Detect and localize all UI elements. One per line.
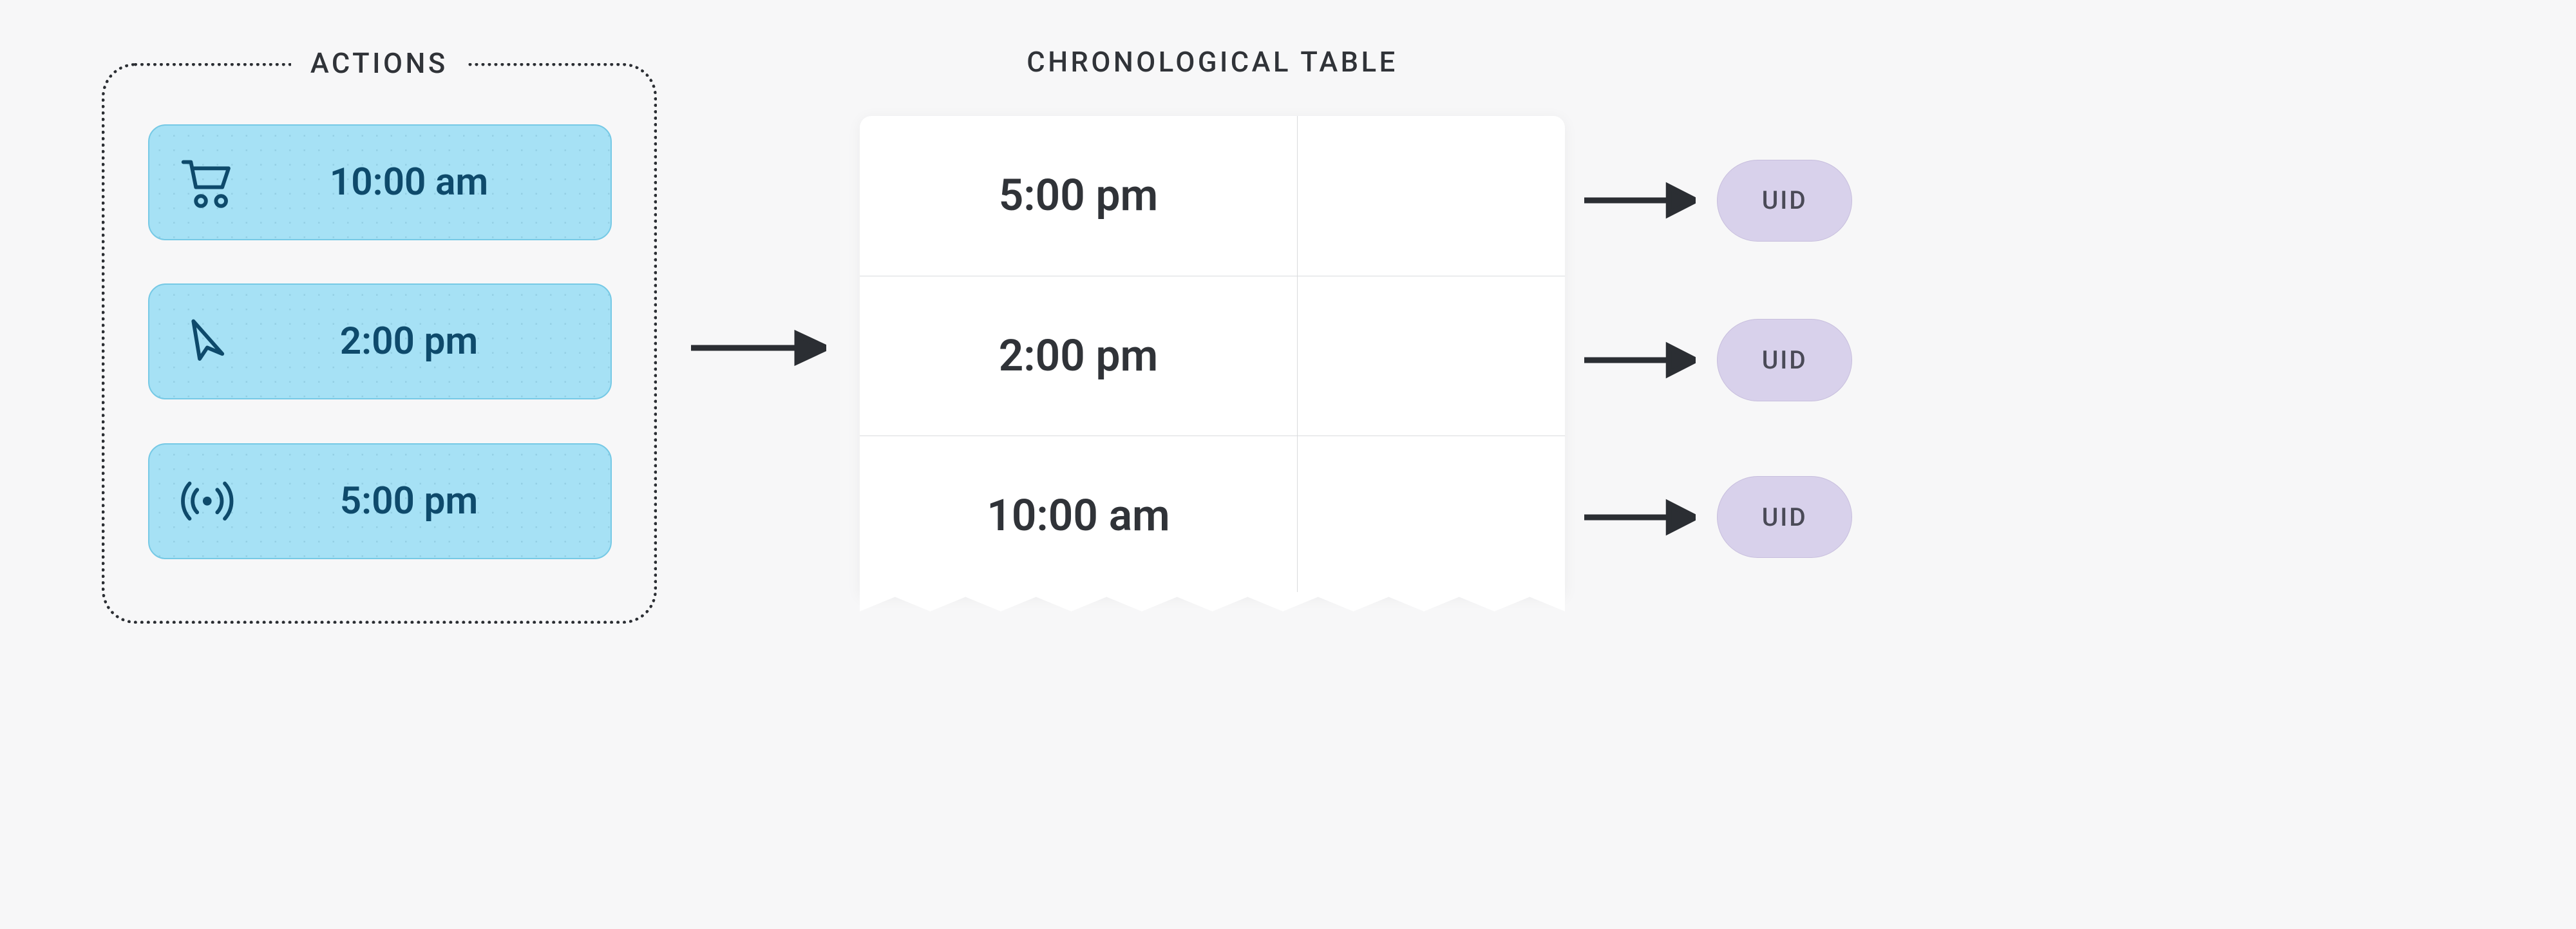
arrow-right-icon (1584, 341, 1696, 379)
uid-pill: UID (1717, 160, 1852, 242)
torn-edge-icon (860, 592, 1565, 631)
action-card: 2:00 pm (148, 283, 612, 399)
cart-icon (149, 151, 265, 214)
action-time: 5:00 pm (265, 479, 611, 523)
action-card: 5:00 pm (148, 443, 612, 559)
arrow-right-icon (691, 329, 826, 367)
diagram-stage: ACTIONS 10:00 am 2:00 pm (0, 0, 1932, 697)
action-card: 10:00 am (148, 124, 612, 240)
actions-heading: ACTIONS (291, 47, 468, 80)
chrono-empty-cell (1297, 116, 1565, 276)
arrow-right-icon (1584, 498, 1696, 537)
table-row: 2:00 pm (860, 276, 1565, 437)
actions-heading-wrap: ACTIONS (105, 47, 654, 80)
arrow-right-icon (1584, 181, 1696, 220)
chrono-heading: CHRONOLOGICAL TABLE (860, 46, 1565, 79)
chrono-table: 5:00 pm 2:00 pm 10:00 am (860, 116, 1565, 596)
chrono-empty-cell (1297, 276, 1565, 436)
uid-pill: UID (1717, 319, 1852, 401)
uid-label: UID (1762, 345, 1808, 375)
uid-pill: UID (1717, 476, 1852, 559)
uid-label: UID (1762, 503, 1808, 532)
table-row: 5:00 pm (860, 116, 1565, 276)
chrono-empty-cell (1297, 436, 1565, 596)
action-time: 2:00 pm (265, 320, 611, 363)
signal-icon (149, 470, 265, 533)
chrono-time-cell: 2:00 pm (860, 276, 1297, 436)
table-row: 10:00 am (860, 436, 1565, 596)
actions-group: ACTIONS 10:00 am 2:00 pm (102, 63, 658, 624)
action-time: 10:00 am (265, 160, 611, 204)
cursor-icon (149, 310, 265, 373)
chrono-time-cell: 10:00 am (860, 436, 1297, 596)
chrono-time-cell: 5:00 pm (860, 116, 1297, 276)
uid-label: UID (1762, 186, 1808, 215)
